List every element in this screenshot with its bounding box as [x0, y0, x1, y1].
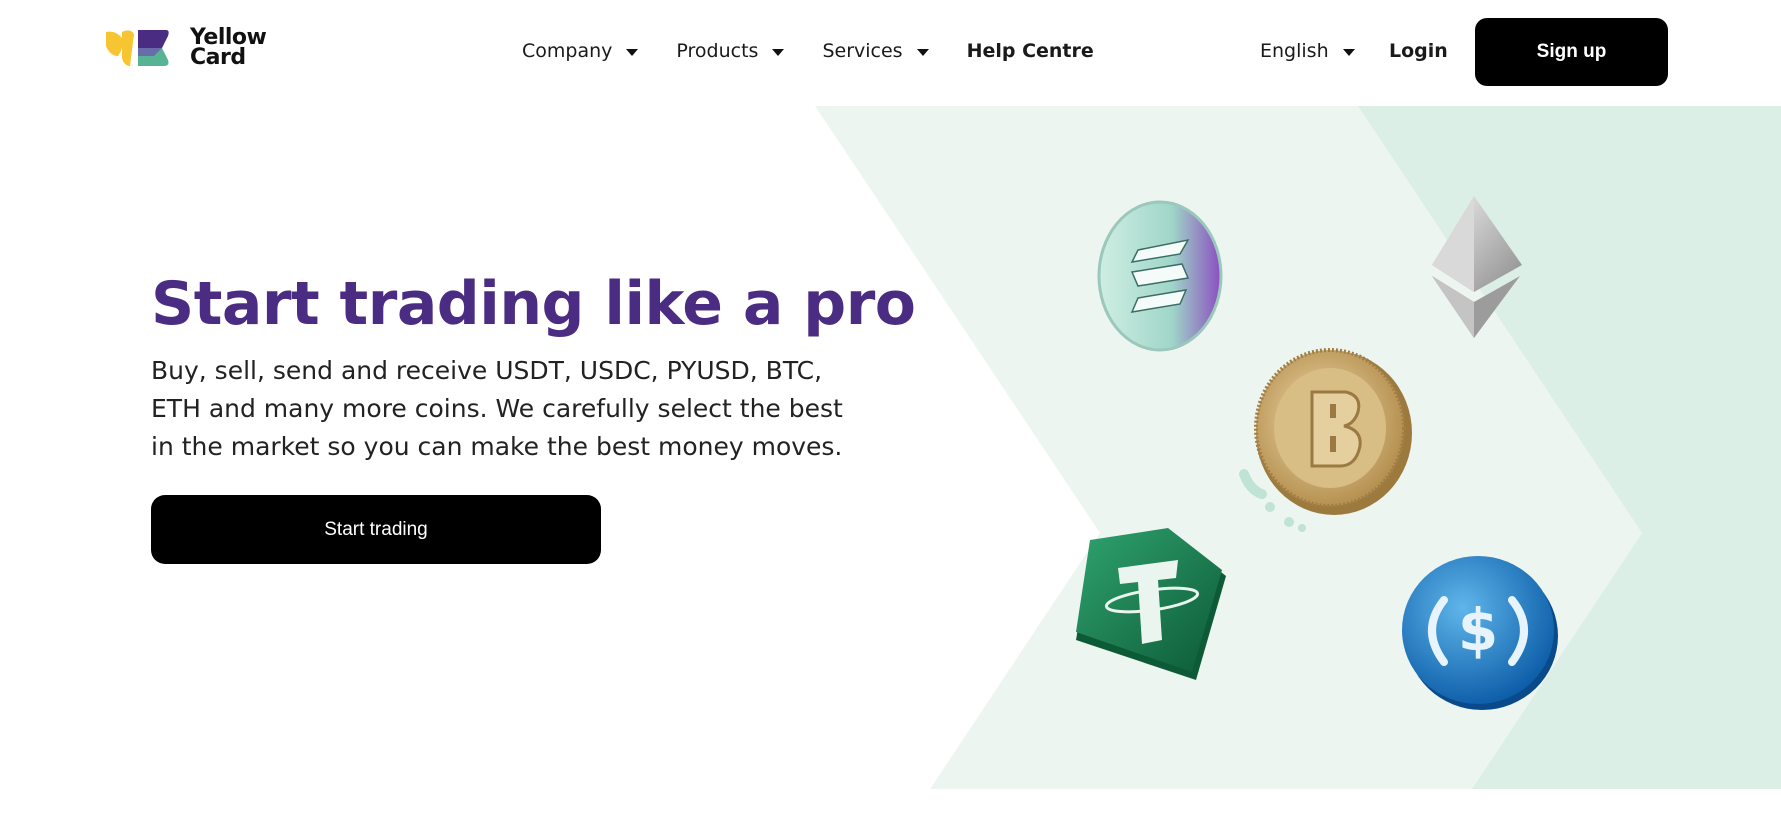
- nav-item-label: Company: [522, 40, 613, 62]
- language-selector[interactable]: English: [1260, 36, 1355, 66]
- nav-item-company[interactable]: Company: [522, 36, 639, 66]
- logo-wordmark: Yellow Card: [190, 27, 267, 70]
- caret-down-icon: [772, 48, 785, 56]
- nav-item-label: Services: [822, 40, 903, 62]
- main-nav: Company Products Services Help Centre: [522, 36, 1094, 66]
- start-trading-button[interactable]: Start trading: [151, 495, 601, 564]
- caret-down-icon: [1342, 48, 1355, 56]
- nav-item-label: Help Centre: [966, 40, 1094, 62]
- nav-item-help-centre[interactable]: Help Centre: [967, 36, 1094, 66]
- nav-item-label: Products: [676, 40, 759, 62]
- caret-down-icon: [916, 48, 929, 56]
- login-link[interactable]: Login: [1389, 36, 1448, 66]
- caret-down-icon: [626, 48, 639, 56]
- yellow-card-logo-icon: [106, 30, 169, 66]
- logo-text-line2: Card: [190, 45, 246, 70]
- signup-button[interactable]: Sign up: [1475, 18, 1668, 86]
- nav-item-services[interactable]: Services: [822, 36, 929, 66]
- hero-description: Buy, sell, send and receive USDT, USDC, …: [151, 356, 843, 461]
- nav-item-products[interactable]: Products: [676, 36, 785, 66]
- hero-title: Start trading like a pro: [151, 269, 916, 339]
- hero-text: Start trading like a pro Buy, sell, send…: [151, 268, 916, 466]
- language-label: English: [1260, 40, 1329, 62]
- site-header: Yellow Card Company Products Services He…: [0, 0, 1781, 106]
- yellow-card-logo[interactable]: Yellow Card: [106, 26, 286, 70]
